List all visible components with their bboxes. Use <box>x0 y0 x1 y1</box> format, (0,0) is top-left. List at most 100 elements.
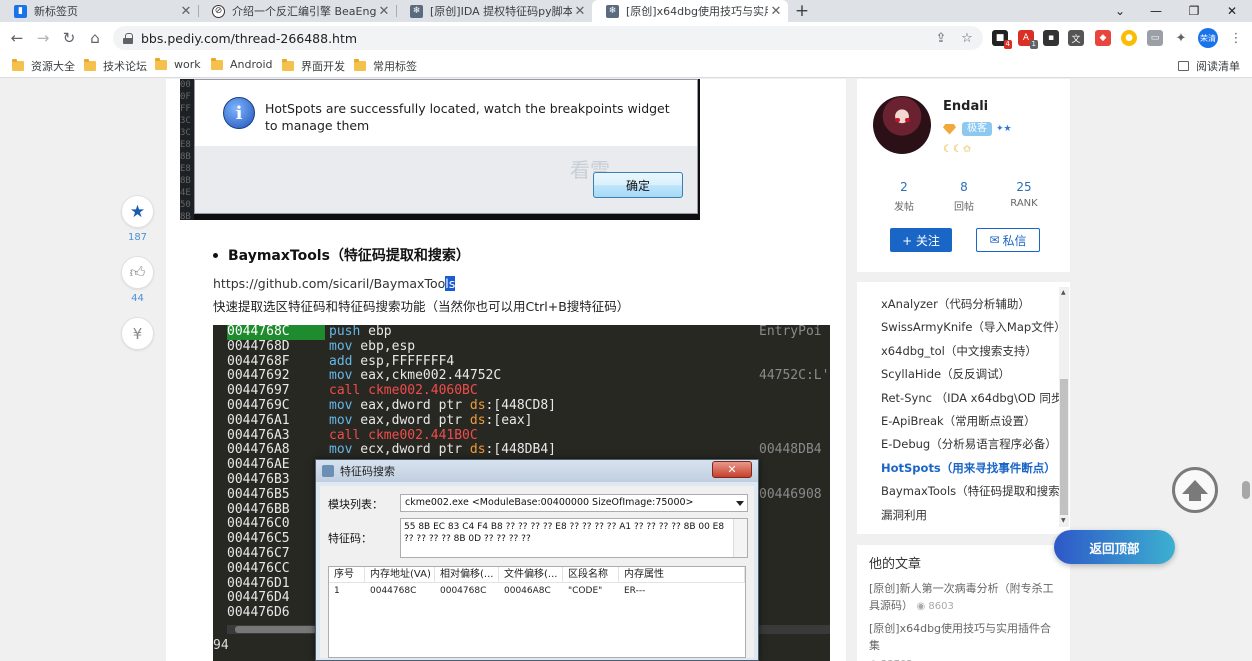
extension-icon[interactable]: ■ 4 <box>992 30 1012 49</box>
article-title[interactable]: [原创]x64dbg使用技巧与实用插件合集 <box>869 622 1051 652</box>
toc-item[interactable]: BaymaxTools（特征码提取和搜索） <box>881 483 1059 499</box>
close-dialog-button[interactable]: ✕ <box>712 461 752 478</box>
extension-badge: 1 <box>1029 40 1038 49</box>
reading-list-button[interactable]: 阅读清单 <box>1178 58 1240 74</box>
posts-count[interactable]: 2 <box>879 180 929 194</box>
scroll-up-float-icon[interactable] <box>1172 467 1218 513</box>
toc-item[interactable]: SwissArmyKnife（导入Map文件） <box>881 319 1059 335</box>
tab-new-tab[interactable]: ▮ 新标签页 ✕ <box>0 0 198 22</box>
column-header[interactable]: 文件偏移(... <box>499 567 563 583</box>
column-header[interactable]: 内存属性 <box>619 567 745 583</box>
article-title[interactable]: [原创]新人第一次病毒分析（附专杀工具源码） <box>869 582 1054 612</box>
tab-x64dbg-active[interactable]: ❄ [原创]x64dbg使用技巧与实用插 ✕ <box>592 0 788 22</box>
disasm-row[interactable]: 00447692 mov eax,ckme002.44752C 44752C:L' <box>213 368 830 384</box>
bookmark-item[interactable]: Android <box>211 57 273 71</box>
disasm-row[interactable]: 004476A8 mov ecx,dword ptr ds:[448DB4] 004… <box>213 442 830 458</box>
signature-input[interactable]: 55 8B EC 83 C4 F4 B8 ?? ?? ?? ?? E8 ?? ?… <box>400 518 748 558</box>
toc-item[interactable]: E-Debug（分析易语言程序必备） <box>881 436 1059 452</box>
column-header[interactable]: 内存地址(VA) <box>365 567 435 583</box>
extension-icon[interactable]: ● <box>1121 30 1137 46</box>
toc-item[interactable]: 漏洞利用 <box>881 507 1059 523</box>
profile-avatar[interactable]: 荣清 <box>1198 28 1218 48</box>
back-button[interactable]: ← <box>6 27 28 49</box>
toc-item[interactable]: E-ApiBreak（常用断点设置） <box>881 413 1059 429</box>
menu-icon[interactable]: ⋮ <box>1228 30 1244 46</box>
share-icon[interactable]: ⇪ <box>931 28 951 48</box>
column-header[interactable]: 序号 <box>329 567 365 583</box>
signature-value: 55 8B EC 83 C4 F4 B8 ?? ?? ?? ?? E8 ?? ?… <box>404 522 725 544</box>
disasm-row[interactable]: 00447697 call ckme002.4060BC <box>213 383 830 399</box>
private-message-button[interactable]: ✉ 私信 <box>976 228 1040 252</box>
lock-icon[interactable] <box>123 32 133 44</box>
bookmark-item[interactable]: 常用标签 <box>354 58 417 74</box>
scroll-up-icon[interactable]: ▲ <box>1061 289 1066 296</box>
comment: EntryPoi <box>759 325 822 339</box>
forward-button[interactable]: → <box>32 27 54 49</box>
author-name[interactable]: Endali <box>943 99 988 114</box>
scroll-thumb[interactable] <box>1242 481 1250 499</box>
follow-button[interactable]: + 关注 <box>890 228 952 252</box>
disasm-row[interactable]: 0044769C mov eax,dword ptr ds:[448CD8] <box>213 398 830 414</box>
maximize-button[interactable]: ❐ <box>1176 0 1212 22</box>
article-link[interactable]: [原创]x64dbg使用技巧与实用插件合集 ◉ 23702 <box>869 620 1059 661</box>
adblock-extension-icon[interactable]: A1 <box>1018 30 1038 49</box>
tab-beaengine[interactable]: ⊘ 介绍一个反汇编引擎 BeaEngine ✕ <box>198 0 396 22</box>
toc-item[interactable]: xAnalyzer（代码分析辅助） <box>881 296 1059 312</box>
close-window-button[interactable]: ✕ <box>1214 0 1250 22</box>
close-tab-icon[interactable]: ✕ <box>768 4 784 19</box>
module-select[interactable]: ckme002.exe <ModuleBase:00400000 SizeOfI… <box>400 494 748 512</box>
new-tab-button[interactable]: + <box>791 0 813 22</box>
replies-count[interactable]: 8 <box>939 180 989 194</box>
minimize-button[interactable]: — <box>1138 0 1174 22</box>
toc-item[interactable]: x64dbg_tol（中文搜索支持） <box>881 343 1059 359</box>
close-tab-icon[interactable]: ✕ <box>376 4 392 19</box>
bookmark-item[interactable]: 技术论坛 <box>84 58 147 74</box>
tab-search-icon[interactable]: ⌄ <box>1102 0 1138 22</box>
extension-icon[interactable]: ▭ <box>1147 30 1163 46</box>
url-text[interactable]: bbs.pediy.com/thread-266488.htm <box>141 31 931 46</box>
reward-button[interactable]: ¥ <box>121 317 154 350</box>
module-label: 模块列表： <box>328 498 383 511</box>
selected-text[interactable]: ls <box>445 276 456 291</box>
toc-item[interactable]: HotSpots（用来寻找事件断点） <box>881 460 1059 476</box>
column-header[interactable]: 区段名称 <box>563 567 619 583</box>
article-link[interactable]: [原创]新人第一次病毒分析（附专杀工具源码） ◉ 8603 <box>869 580 1059 615</box>
bookmark-star-icon[interactable]: ☆ <box>957 28 977 48</box>
reload-button[interactable]: ↻ <box>58 27 80 49</box>
puzzle-icon[interactable]: ✦ <box>1173 30 1189 46</box>
rank-value[interactable]: 25 <box>999 180 1049 194</box>
table-cell: ER--- <box>624 586 646 596</box>
toc-item[interactable]: ScyllaHide（反反调试） <box>881 366 1059 382</box>
column-header[interactable]: 相对偏移(... <box>435 567 499 583</box>
disasm-row[interactable]: 0044768F add esp,FFFFFFF4 <box>213 354 830 370</box>
dropdown-arrow-icon[interactable] <box>736 501 744 506</box>
address-bar[interactable]: bbs.pediy.com/thread-266488.htm ⇪ ☆ <box>113 26 983 50</box>
disasm-row[interactable]: 0044768D mov ebp,esp <box>213 339 830 355</box>
ok-button[interactable]: 确定 <box>593 172 683 198</box>
bookmark-item[interactable]: 资源大全 <box>12 58 75 74</box>
close-tab-icon[interactable]: ✕ <box>572 4 588 19</box>
page-scrollbar[interactable] <box>1240 79 1252 661</box>
extension-icon[interactable]: ▪ <box>1043 30 1059 46</box>
back-to-top-button[interactable]: 返回顶部 <box>1054 530 1175 564</box>
home-button[interactable]: ⌂ <box>84 27 106 49</box>
extension-icon[interactable]: ◆ <box>1095 30 1111 46</box>
disasm-row[interactable]: 004476A1 mov eax,dword ptr ds:[eax] <box>213 413 830 429</box>
scroll-down-icon[interactable]: ▼ <box>1061 517 1066 524</box>
toc-item[interactable]: Ret-Sync （IDA x64dbg\OD 同步调试） <box>881 390 1059 406</box>
favorite-button[interactable]: ★ <box>121 195 154 228</box>
translate-extension-icon[interactable]: 文 <box>1068 30 1084 46</box>
bookmark-item[interactable]: 界面开发 <box>282 58 345 74</box>
scroll-thumb[interactable] <box>1060 379 1068 515</box>
tab-ida-script[interactable]: ❄ [原创]IDA 提权特征码py脚本-软 ✕ <box>396 0 592 22</box>
disasm-row[interactable]: 004476A3 call ckme002.441B0C <box>213 428 830 444</box>
like-button[interactable]: 👍︎ <box>121 256 154 289</box>
avatar[interactable] <box>873 96 931 154</box>
disasm-row[interactable]: 0044768C push ebp EntryPoi <box>213 325 830 340</box>
link-text[interactable]: https://github.com/sicaril/BaymaxToo <box>213 276 445 291</box>
close-tab-icon[interactable]: ✕ <box>178 4 194 19</box>
toc-scrollbar[interactable]: ▲ ▼ <box>1059 287 1069 527</box>
textarea-scrollbar[interactable] <box>733 519 747 557</box>
bookmark-item[interactable]: work <box>155 57 201 71</box>
github-link[interactable]: https://github.com/sicaril/BaymaxTools <box>213 276 456 291</box>
